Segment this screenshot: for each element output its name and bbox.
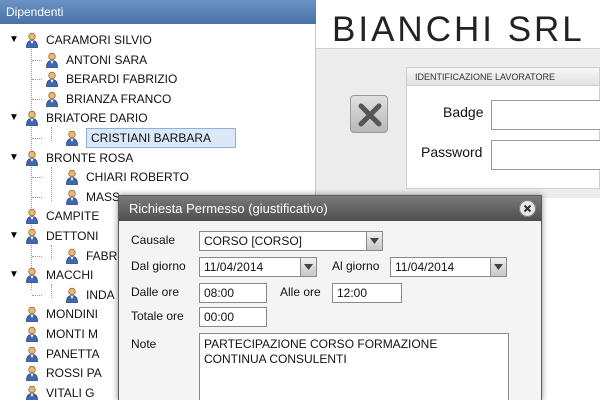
- close-icon: [519, 200, 536, 217]
- expand-toggle-icon[interactable]: ▼: [8, 148, 20, 168]
- chevron-down-icon: [300, 258, 316, 276]
- tree-item-label: VITALI G: [46, 385, 95, 400]
- tree-connector: [32, 255, 42, 257]
- tree-item[interactable]: ▼ BRIATORE DARIO: [0, 108, 316, 128]
- dalle-ore-label: Dalle ore: [131, 285, 180, 299]
- person-icon: [24, 208, 40, 225]
- person-icon: [64, 169, 80, 186]
- person-icon: [64, 130, 80, 146]
- password-label: Password: [421, 144, 483, 160]
- tree-connector: [32, 79, 42, 81]
- al-giorno-label: Al giorno: [332, 259, 380, 273]
- person-icon: [24, 228, 40, 244]
- tree-item-label: ANTONI SARA: [66, 52, 148, 67]
- tree-connector: [32, 196, 42, 198]
- tree-connector: [32, 294, 42, 296]
- tree-item-label: FABR: [86, 248, 118, 263]
- alle-ore-input[interactable]: 12:00: [332, 283, 402, 303]
- badge-label: Badge: [443, 104, 484, 120]
- x-mark-icon: [358, 103, 382, 127]
- person-icon: [64, 248, 80, 264]
- tree-item-label: PANETTA: [46, 346, 100, 361]
- tree-item-label: BRIANZA FRANCO: [66, 91, 172, 106]
- tree-item-label: MASS: [86, 189, 121, 204]
- identification-section-title: IDENTIFICAZIONE LAVORATORE: [407, 68, 599, 86]
- login-section: IDENTIFICAZIONE LAVORATORE Badge Passwor…: [316, 48, 600, 198]
- tree-item-label: DETTONI: [46, 229, 99, 243]
- al-giorno-select[interactable]: 11/04/2014: [390, 257, 507, 277]
- note-textarea[interactable]: PARTECIPAZIONE CORSO FORMAZIONE CONTINUA…: [199, 333, 509, 400]
- tree-item-label: MONDINI: [46, 307, 98, 322]
- tree-panel-title: Dipendenti: [0, 0, 316, 24]
- cancel-login-button[interactable]: [350, 95, 388, 133]
- worker-identification-box: IDENTIFICAZIONE LAVORATORE Badge Passwor…: [406, 67, 600, 189]
- totale-ore-input[interactable]: 00:00: [199, 307, 267, 327]
- tree-item-label: MACCHI: [46, 268, 94, 283]
- chevron-down-icon: [366, 232, 382, 250]
- causale-value: CORSO [CORSO]: [204, 234, 303, 248]
- totale-ore-label: Totale ore: [131, 309, 184, 323]
- person-icon: [44, 52, 60, 68]
- dal-giorno-value: 11/04/2014: [204, 260, 264, 274]
- tree-item-label: BRONTE ROSA: [46, 150, 134, 165]
- dal-giorno-label: Dal giorno: [131, 259, 186, 273]
- tree-item-label: CARAMORI SILVIO: [46, 33, 152, 47]
- tree-connector: [32, 138, 42, 139]
- password-input[interactable]: [491, 140, 600, 170]
- person-icon: [24, 32, 40, 48]
- tree-item[interactable]: BRIANZA FRANCO: [0, 89, 316, 109]
- person-icon: [44, 71, 60, 88]
- tree-connector: [32, 59, 42, 61]
- tree-item-label: BERARDI FABRIZIO: [66, 72, 178, 87]
- tree-item-label: CAMPITE: [46, 209, 100, 224]
- expand-toggle-icon[interactable]: ▼: [8, 108, 20, 128]
- tree-item-label: MONTI M: [46, 327, 98, 341]
- chevron-down-icon: [490, 258, 506, 276]
- company-name: BIANCHI SRL: [332, 10, 585, 49]
- alle-ore-label: Alle ore: [280, 285, 321, 299]
- person-icon: [24, 150, 40, 166]
- expand-toggle-icon[interactable]: ▼: [8, 265, 20, 285]
- tree-item[interactable]: ▼ BRONTE ROSA: [0, 148, 316, 168]
- dialog-title: Richiesta Permesso (giustificativo): [129, 201, 328, 216]
- dal-giorno-select[interactable]: 11/04/2014: [199, 257, 317, 277]
- badge-input[interactable]: [491, 100, 600, 130]
- tree-connector: [32, 98, 42, 100]
- dalle-ore-input[interactable]: 08:00: [199, 283, 267, 303]
- person-icon: [64, 189, 80, 205]
- tree-connector: [32, 177, 42, 179]
- tree-item-label: ROSSI PA: [46, 366, 102, 381]
- tree-item[interactable]: CRISTIANI BARBARA: [0, 128, 316, 148]
- dialog-close-button[interactable]: [519, 200, 536, 217]
- person-icon: [24, 267, 40, 284]
- expand-toggle-icon[interactable]: ▼: [8, 226, 20, 246]
- tree-item[interactable]: CHIARI ROBERTO: [0, 167, 316, 187]
- person-icon: [24, 365, 40, 382]
- person-icon: [24, 110, 40, 127]
- al-giorno-value: 11/04/2014: [395, 260, 455, 274]
- permission-request-dialog: Richiesta Permesso (giustificativo) Caus…: [118, 195, 542, 400]
- dialog-titlebar: Richiesta Permesso (giustificativo): [119, 196, 541, 221]
- person-icon: [24, 326, 40, 342]
- tree-item[interactable]: BERARDI FABRIZIO: [0, 69, 316, 89]
- person-icon: [24, 306, 40, 323]
- tree-item[interactable]: ▼ CARAMORI SILVIO: [0, 30, 316, 50]
- causale-select[interactable]: CORSO [CORSO]: [199, 231, 383, 251]
- tree-item-label: CRISTIANI BARBARA: [86, 128, 236, 148]
- causale-label: Causale: [131, 233, 176, 247]
- person-icon: [24, 385, 40, 400]
- person-icon: [64, 287, 80, 303]
- tree-item-label: BRIATORE DARIO: [46, 111, 148, 126]
- person-icon: [24, 346, 40, 362]
- tree-item-label: INDA: [86, 287, 115, 302]
- note-label: Note: [131, 337, 157, 351]
- expand-toggle-icon[interactable]: ▼: [8, 30, 20, 50]
- tree-item-label: CHIARI ROBERTO: [86, 170, 189, 185]
- tree-item[interactable]: ANTONI SARA: [0, 50, 316, 70]
- person-icon: [44, 91, 60, 107]
